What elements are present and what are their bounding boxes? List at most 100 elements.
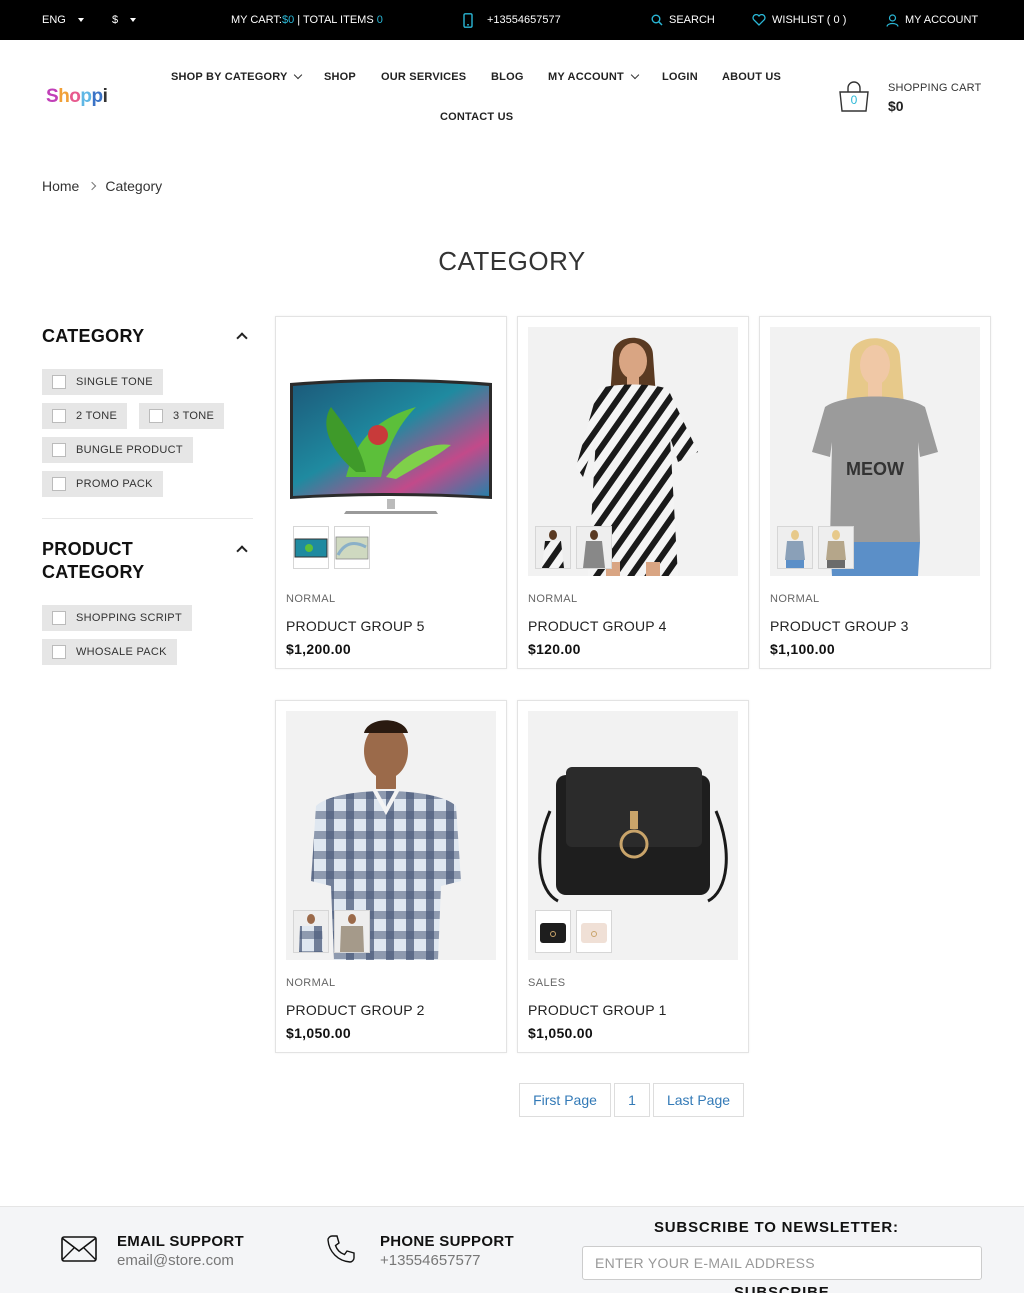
filter-3-tone[interactable]: 3 TONE [139, 403, 225, 429]
product-thumbnail[interactable] [293, 910, 329, 953]
page-1-button[interactable]: 1 [614, 1083, 650, 1117]
filter-2-tone[interactable]: 2 TONE [42, 403, 128, 429]
chevron-right-icon [88, 181, 97, 191]
cart-label: MY CART: [231, 14, 282, 26]
sidebar-divider [42, 518, 253, 519]
account-link[interactable]: MY ACCOUNT [886, 0, 978, 40]
product-price: $1,050.00 [528, 1025, 593, 1041]
filter-bungle-product[interactable]: BUNGLE PRODUCT [42, 437, 193, 463]
product-price: $120.00 [528, 641, 581, 657]
product-card[interactable]: NORMAL PRODUCT GROUP 5 $1,200.00 [275, 316, 507, 669]
product-price: $1,200.00 [286, 641, 351, 657]
currency-select[interactable]: $ [112, 0, 137, 40]
thumbnail-strip [535, 910, 612, 953]
wishlist-label: WISHLIST ( 0 ) [772, 14, 847, 26]
product-card[interactable]: NORMAL PRODUCT GROUP 2 $1,050.00 [275, 700, 507, 1053]
product-type: NORMAL [286, 593, 336, 605]
email-support-address[interactable]: email@store.com [117, 1252, 234, 1269]
product-category-filter-title: PRODUCT CATEGORY [42, 538, 144, 584]
mini-cart-summary[interactable]: MY CART: $0 | TOTAL ITEMS 0 [231, 0, 383, 40]
last-page-button[interactable]: Last Page [653, 1083, 744, 1117]
search-icon [651, 14, 663, 26]
cart-total: $0 [888, 98, 904, 114]
product-name[interactable]: PRODUCT GROUP 5 [286, 618, 425, 634]
top-bar: ENG $ MY CART: $0 | TOTAL ITEMS 0 +13554… [0, 0, 1024, 40]
first-page-button[interactable]: First Page [519, 1083, 611, 1117]
product-name[interactable]: PRODUCT GROUP 2 [286, 1002, 425, 1018]
checkbox[interactable] [52, 477, 66, 491]
product-thumbnail[interactable] [576, 910, 612, 953]
nav-shop-by-category[interactable]: SHOP BY CATEGORY [171, 70, 303, 83]
product-thumbnail[interactable] [777, 526, 813, 569]
checkbox[interactable] [52, 645, 66, 659]
chevron-up-icon[interactable] [236, 332, 248, 344]
filter-shopping-script[interactable]: SHOPPING SCRIPT [42, 605, 192, 631]
product-thumbnail[interactable] [576, 526, 612, 569]
nav-login[interactable]: LOGIN [662, 71, 698, 83]
header-cart[interactable]: 0 SHOPPING CART $0 [837, 80, 987, 120]
product-name[interactable]: PRODUCT GROUP 4 [528, 618, 667, 634]
product-thumbnail[interactable] [535, 526, 571, 569]
filter-label: 3 TONE [173, 410, 215, 422]
total-items-label: | TOTAL ITEMS [294, 14, 377, 26]
breadcrumb: Home Category [42, 178, 162, 194]
logo-letter: h [58, 86, 70, 107]
logo-letter: p [91, 86, 104, 107]
newsletter-email-input[interactable] [582, 1246, 982, 1280]
email-support-title: EMAIL SUPPORT [117, 1233, 244, 1250]
nav-blog[interactable]: BLOG [491, 71, 524, 83]
product-thumbnail[interactable] [818, 526, 854, 569]
phone-number: +13554657577 [487, 14, 561, 26]
product-card[interactable]: SALES PRODUCT GROUP 1 $1,050.00 [517, 700, 749, 1053]
wishlist-link[interactable]: WISHLIST ( 0 ) [752, 0, 846, 40]
language-select[interactable]: ENG [42, 0, 84, 40]
nav-about-us[interactable]: ABOUT US [722, 71, 781, 83]
logo-letter: S [46, 86, 59, 107]
chevron-up-icon[interactable] [236, 545, 248, 557]
checkbox[interactable] [52, 611, 66, 625]
product-price: $1,100.00 [770, 641, 835, 657]
checkbox[interactable] [149, 409, 163, 423]
search-link[interactable]: SEARCH [651, 0, 715, 40]
thumbnail-strip [293, 526, 370, 569]
checkbox[interactable] [52, 443, 66, 457]
filter-whosale-pack[interactable]: WHOSALE PACK [42, 639, 177, 665]
product-thumbnail[interactable] [334, 526, 370, 569]
checkbox[interactable] [52, 409, 66, 423]
site-logo[interactable]: Shoppi [46, 86, 108, 108]
nav-our-services[interactable]: OUR SERVICES [381, 71, 466, 83]
filter-label: PROMO PACK [76, 478, 153, 490]
nav-my-account[interactable]: MY ACCOUNT [548, 70, 640, 83]
checkbox[interactable] [52, 375, 66, 389]
phone-support-number[interactable]: +13554657577 [380, 1252, 481, 1269]
product-card[interactable]: MEOW NORMAL PRODUCT GROUP 3 $1,100.00 [759, 316, 991, 669]
phone-icon [326, 1234, 356, 1269]
phone-support-title: PHONE SUPPORT [380, 1233, 514, 1250]
product-thumbnail[interactable] [334, 910, 370, 953]
title-line: CATEGORY [42, 562, 145, 582]
breadcrumb-home[interactable]: Home [42, 178, 79, 194]
product-thumbnail[interactable] [535, 910, 571, 953]
thumbnail-strip [293, 910, 370, 953]
filter-single-tone[interactable]: SINGLE TONE [42, 369, 163, 395]
account-label: MY ACCOUNT [905, 14, 979, 26]
newsletter-title: SUBSCRIBE TO NEWSLETTER: [654, 1219, 899, 1236]
phone-link[interactable]: +13554657577 [463, 0, 561, 40]
thumbnail-strip [535, 526, 612, 569]
product-thumbnail[interactable] [293, 526, 329, 569]
product-type: NORMAL [528, 593, 578, 605]
product-name[interactable]: PRODUCT GROUP 1 [528, 1002, 667, 1018]
product-name[interactable]: PRODUCT GROUP 3 [770, 618, 909, 634]
chevron-down-icon [294, 70, 303, 80]
nav-label: MY ACCOUNT [548, 71, 624, 83]
subscribe-button[interactable]: SUBSCRIBE [734, 1284, 830, 1293]
product-card[interactable]: NORMAL PRODUCT GROUP 4 $120.00 [517, 316, 749, 669]
nav-contact-us[interactable]: CONTACT US [440, 111, 513, 123]
product-type: NORMAL [286, 977, 336, 989]
mobile-phone-icon [463, 12, 473, 28]
page-title: CATEGORY [438, 246, 586, 276]
category-filter-title: CATEGORY [42, 326, 145, 346]
product-type: SALES [528, 977, 566, 989]
nav-shop[interactable]: SHOP [324, 71, 356, 83]
filter-promo-pack[interactable]: PROMO PACK [42, 471, 163, 497]
